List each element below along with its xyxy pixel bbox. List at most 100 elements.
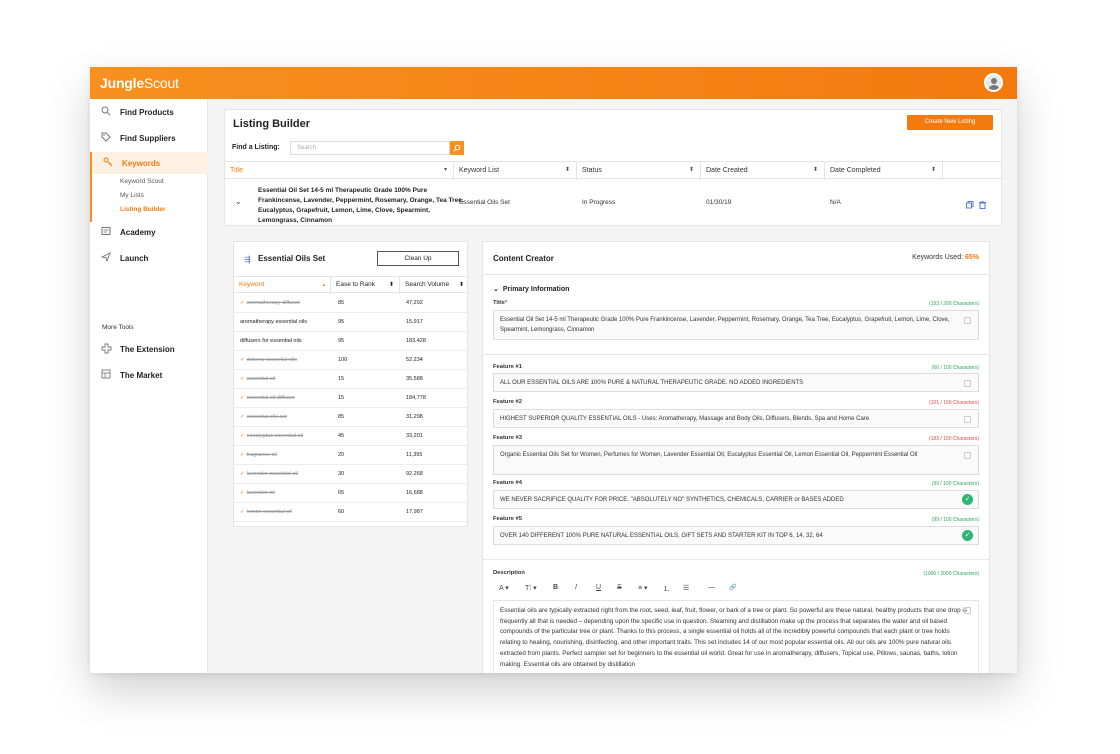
ease-cell: 20	[338, 452, 345, 458]
sidebar: Find Products Find Suppliers Keywords Ke…	[90, 99, 208, 673]
search-input[interactable]: Search	[290, 141, 450, 155]
sidebar-item-find-suppliers[interactable]: Find Suppliers	[90, 127, 208, 149]
italic-button[interactable]: I	[575, 584, 577, 591]
keyword-cell: ✓ doterra essential oils	[240, 357, 298, 363]
feature-3-label: Feature #3	[493, 435, 522, 441]
listing-builder-panel: Listing Builder Create New Listing Find …	[224, 109, 1003, 226]
date-created-cell: 01/30/19	[706, 199, 732, 206]
feature-2-char-count: (101 / 100 Characters)	[928, 400, 979, 406]
strikethrough-button[interactable]: S	[617, 584, 622, 591]
description-label: Description	[493, 570, 525, 576]
table-row[interactable]: ✓ eucalyptus essential oil 45 33,201	[234, 427, 467, 446]
copy-icon[interactable]	[964, 317, 971, 324]
keyword-cell: ✓ lavender essential oil	[240, 471, 298, 477]
title-char-count: (193 / 200 Characters)	[928, 301, 979, 307]
clean-up-button[interactable]: Clean Up	[377, 251, 459, 266]
subnav-my-lists[interactable]: My Lists	[120, 192, 144, 199]
listing-table-header: Title ▾ Keyword List ⬍ Status ⬍ Date Create…	[225, 161, 1003, 180]
chevron-down-icon[interactable]: ⌄	[235, 197, 242, 206]
create-new-listing-button[interactable]: Create New Listing	[907, 115, 993, 130]
column-keyword-list[interactable]: Keyword List ⬍	[454, 162, 577, 180]
table-row[interactable]: ✓ essential oils set 85 31,298	[234, 408, 467, 427]
table-row[interactable]: ✓ lemon essential oil 60 17,987	[234, 503, 467, 522]
column-title[interactable]: Title ▾	[225, 162, 454, 180]
keyword-cell: aromatherapy essential oils	[240, 319, 307, 325]
table-row[interactable]: aromatherapy essential oils 95 15,917	[234, 313, 467, 332]
sort-icon: ⬍	[564, 167, 570, 173]
feature-3-field[interactable]: Organic Essential Oils Set for Women, Pe…	[493, 445, 979, 475]
link-icon[interactable]: 🔗	[729, 584, 736, 591]
table-row[interactable]: ✓ doterra essential oils 100 52,234	[234, 351, 467, 370]
copy-icon[interactable]	[966, 196, 974, 214]
title-field[interactable]: Essential Oil Set 14-5 ml Therapeutic Gr…	[493, 310, 979, 340]
feature-4-field[interactable]: WE NEVER SACRIFICE QUALITY FOR PRICE. "A…	[493, 490, 979, 509]
jungle-scout-logo[interactable]: JungleScout	[100, 75, 179, 91]
list-sort-icon: ⇶	[244, 255, 251, 264]
ease-cell: 15	[338, 376, 345, 382]
subnav-keyword-scout[interactable]: Keyword Scout	[120, 178, 164, 185]
table-row[interactable]: ✓ fragrance oil 20 11,395	[234, 446, 467, 465]
table-row[interactable]: ✓ aromatherapy diffuser 85 47,292	[234, 294, 467, 313]
sidebar-item-find-products[interactable]: Find Products	[90, 101, 208, 123]
bold-button[interactable]: B	[553, 584, 558, 591]
table-row[interactable]: ✓ essential oil 15 35,588	[234, 370, 467, 389]
avatar[interactable]	[984, 73, 1003, 92]
ordered-list-icon[interactable]: ⒈	[663, 584, 670, 594]
column-ease-to-rank[interactable]: Ease to Rank ⬍	[331, 277, 400, 294]
feature-5-char-count: (99 / 100 Characters)	[931, 517, 979, 523]
sidebar-item-keywords[interactable]: Keywords	[90, 152, 208, 174]
status-cell: In Progress	[582, 199, 616, 206]
feature-2-field[interactable]: HIGHEST SUPERIOR QUALITY ESSENTIAL OILS …	[493, 409, 979, 428]
checkmark-icon: ✓	[240, 395, 245, 401]
column-date-created[interactable]: Date Created ⬍	[701, 162, 825, 180]
ease-cell: 30	[338, 471, 345, 477]
primary-information-toggle[interactable]: ⌄ Primary Information	[493, 285, 569, 293]
sidebar-item-academy[interactable]: Academy	[90, 221, 208, 243]
copy-icon[interactable]	[964, 380, 971, 387]
feature-4-char-count: (99 / 100 Characters)	[931, 481, 979, 487]
keyword-cell: ✓ lavender oil	[240, 490, 275, 496]
table-row[interactable]: ✓ essential oil diffuser 15 184,778	[234, 389, 467, 408]
feature-5-field[interactable]: OVER 140 DIFFERENT 100% PURE NATURAL ESS…	[493, 526, 979, 545]
description-field[interactable]: Essential oils are typically extracted r…	[493, 600, 979, 673]
copy-icon[interactable]	[964, 607, 971, 614]
table-row[interactable]: diffusers for essential oils 95 183,428	[234, 332, 467, 351]
align-button[interactable]: ≡ ▾	[638, 584, 648, 592]
table-row[interactable]: ✓ lavender oil 65 16,688	[234, 484, 467, 503]
bullet-list-icon[interactable]: ☰	[683, 584, 689, 592]
rich-text-toolbar: A ▾ T⁞ ▾ B I U S ≡ ▾ ⒈ ☰ — 🔗	[493, 581, 979, 597]
checkmark-icon: ✓	[240, 300, 245, 306]
sidebar-item-label: Launch	[120, 253, 149, 263]
keyword-table-header: Keyword ▴ Ease to Rank ⬍ Search Volume ⬍	[234, 276, 467, 294]
listing-title-cell: Essential Oil Set 14-5 ml Therapeutic Gr…	[258, 187, 464, 224]
find-listing-label: Find a Listing:	[232, 144, 280, 151]
send-icon	[100, 252, 112, 264]
font-size-button[interactable]: A ▾	[499, 584, 509, 592]
feature-3-char-count: (183 / 100 Characters)	[928, 436, 979, 442]
volume-cell: 33,201	[406, 433, 423, 439]
search-button[interactable]	[450, 141, 464, 155]
copy-icon[interactable]	[964, 416, 971, 423]
column-status[interactable]: Status ⬍	[577, 162, 701, 180]
subnav-listing-builder[interactable]: Listing Builder	[120, 206, 166, 213]
feature-1-field[interactable]: ALL OUR ESSENTIAL OILS ARE 100% PURE & N…	[493, 373, 979, 392]
column-keyword[interactable]: Keyword ▴	[234, 277, 331, 294]
sidebar-item-launch[interactable]: Launch	[90, 247, 208, 269]
sidebar-item-the-market[interactable]: The Market	[90, 364, 208, 386]
horizontal-rule-button[interactable]: —	[708, 584, 715, 591]
column-date-completed[interactable]: Date Completed ⬍	[825, 162, 943, 180]
sidebar-item-label: Find Suppliers	[120, 133, 176, 143]
underline-button[interactable]: U	[596, 584, 601, 591]
column-search-volume[interactable]: Search Volume ⬍	[400, 277, 467, 294]
check-circle-icon: ✓	[962, 494, 973, 505]
volume-cell: 47,292	[406, 300, 423, 306]
trash-icon[interactable]	[979, 196, 986, 214]
table-row[interactable]: ✓ lavender essential oil 30 92,268	[234, 465, 467, 484]
ease-cell: 85	[338, 414, 345, 420]
checkmark-icon: ✓	[240, 376, 245, 382]
ease-cell: 15	[338, 395, 345, 401]
sidebar-item-the-extension[interactable]: The Extension	[90, 338, 208, 360]
sort-icon: ⬍	[812, 167, 818, 173]
text-style-button[interactable]: T⁞ ▾	[525, 584, 537, 592]
copy-icon[interactable]	[964, 452, 971, 459]
